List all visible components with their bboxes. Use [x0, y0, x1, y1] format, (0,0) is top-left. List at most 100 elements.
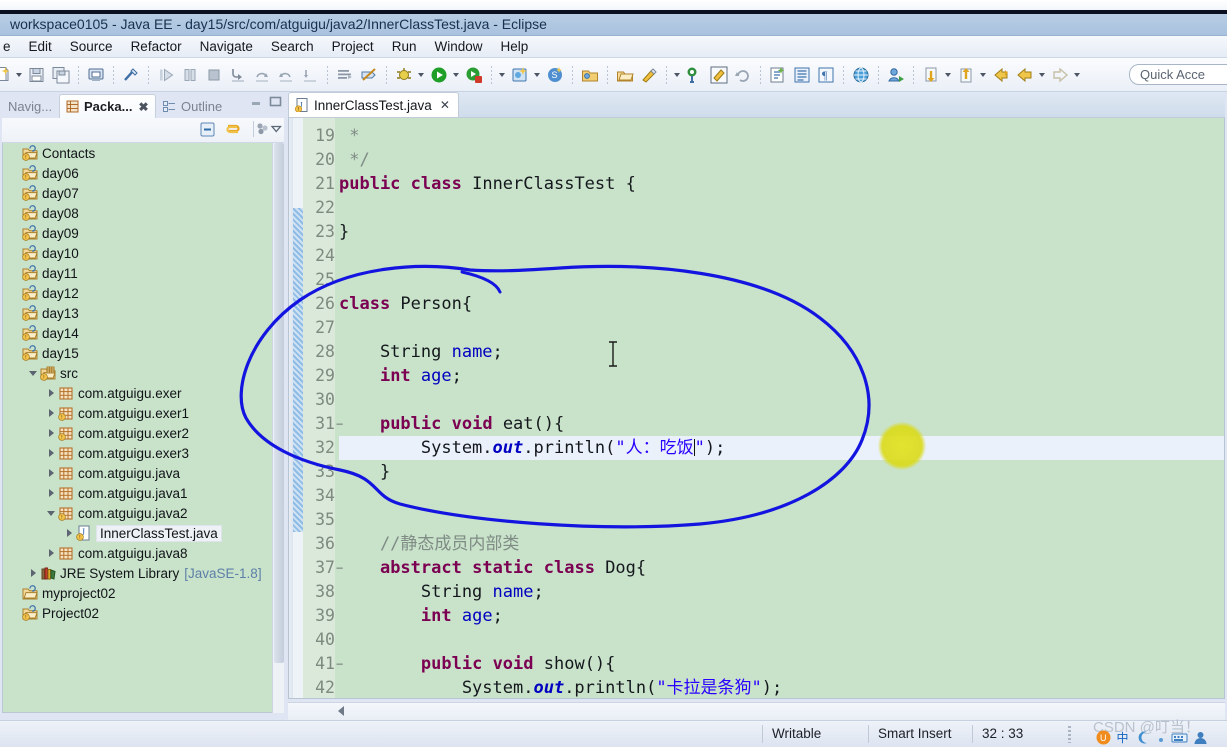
- forward-dropdown-caret-icon[interactable]: [1037, 64, 1046, 86]
- run-icon[interactable]: [428, 62, 450, 88]
- code-line[interactable]: }: [339, 460, 390, 484]
- step-into-icon[interactable]: [227, 62, 249, 88]
- terminate-icon[interactable]: [203, 62, 225, 88]
- tree-item-com-atguigu-exer[interactable]: com.atguigu.exer: [3, 383, 283, 403]
- tree-item-com-atguigu-java8[interactable]: com.atguigu.java8: [3, 543, 283, 563]
- run-external-tools-icon[interactable]: [463, 62, 485, 88]
- tree-item-com-atguigu-exer1[interactable]: ! com.atguigu.exer1: [3, 403, 283, 423]
- collapse-arrow-icon[interactable]: [27, 370, 39, 376]
- tree-item-day09[interactable]: ! day09: [3, 223, 283, 243]
- tree-item-day07[interactable]: ! day07: [3, 183, 283, 203]
- code-line[interactable]: public void eat(){: [339, 412, 564, 436]
- tree-item-com-atguigu-exer3[interactable]: com.atguigu.exer3: [3, 443, 283, 463]
- view-menu-icon[interactable]: [255, 121, 270, 139]
- prev-dropdown-caret-icon[interactable]: [978, 64, 987, 86]
- link-with-editor-icon[interactable]: [225, 121, 242, 141]
- expand-arrow-icon[interactable]: [45, 549, 57, 557]
- tree-item-com-atguigu-java2[interactable]: ! com.atguigu.java2: [3, 503, 283, 523]
- debug-dropdown-caret-icon[interactable]: [416, 64, 425, 86]
- step-over-icon[interactable]: [251, 62, 273, 88]
- print-icon[interactable]: [85, 62, 107, 88]
- save-all-icon[interactable]: [50, 62, 72, 88]
- refresh-icon[interactable]: [732, 62, 754, 88]
- expand-arrow-icon[interactable]: [45, 469, 57, 477]
- new-dropdown-dropdown-caret-icon[interactable]: [14, 64, 23, 86]
- menu-item-navigate[interactable]: Navigate: [191, 37, 262, 56]
- show-whitespace-icon[interactable]: [791, 62, 813, 88]
- tree-item-contacts[interactable]: ! Contacts: [3, 143, 283, 163]
- minimize-icon[interactable]: [250, 95, 263, 111]
- new-project-dropdown-caret-icon[interactable]: [532, 64, 541, 86]
- tree-item-com-atguigu-java1[interactable]: com.atguigu.java1: [3, 483, 283, 503]
- expand-arrow-icon[interactable]: [45, 489, 57, 497]
- close-icon[interactable]: ✖: [138, 100, 148, 114]
- tree-item-day14[interactable]: ! day14: [3, 323, 283, 343]
- highlight-icon[interactable]: [708, 62, 730, 88]
- scroll-left-arrow-icon[interactable]: [338, 706, 344, 716]
- code-line[interactable]: System.out.println("人：吃饭");: [339, 436, 725, 460]
- forward-back-icon[interactable]: [1014, 62, 1036, 88]
- tree-item-day13[interactable]: ! day13: [3, 303, 283, 323]
- collapse-arrow-icon[interactable]: [45, 510, 57, 516]
- open-task-icon[interactable]: [614, 62, 636, 88]
- moon-icon[interactable]: [1136, 730, 1151, 747]
- search-icon[interactable]: [638, 62, 660, 88]
- save-icon[interactable]: [26, 62, 48, 88]
- expand-arrow-icon[interactable]: [45, 429, 57, 437]
- tab-navigator[interactable]: Navig...: [2, 94, 58, 118]
- user-icon[interactable]: [1193, 730, 1208, 747]
- tab-outline[interactable]: Outline: [157, 94, 228, 118]
- toggle-mark-occurrences-icon[interactable]: [120, 62, 142, 88]
- forward-dropdown-caret-icon2[interactable]: [1072, 64, 1081, 86]
- menu-item-search[interactable]: Search: [262, 37, 323, 56]
- expand-arrow-icon[interactable]: [45, 389, 57, 397]
- menu-item-project[interactable]: Project: [323, 37, 383, 56]
- tree-item-myproject02[interactable]: myproject02: [3, 583, 283, 603]
- next-edit-icon[interactable]: [920, 62, 942, 88]
- tree-item-day11[interactable]: ! day11: [3, 263, 283, 283]
- code-line[interactable]: String name;: [339, 580, 544, 604]
- back-icon[interactable]: [990, 62, 1012, 88]
- new-package-icon[interactable]: S: [544, 62, 566, 88]
- tree-item-day10[interactable]: ! day10: [3, 243, 283, 263]
- menu-item-source[interactable]: Source: [61, 37, 122, 56]
- tree-item-src[interactable]: ! src: [3, 363, 283, 383]
- view-chevron-down-icon[interactable]: [269, 121, 284, 139]
- dot-icon[interactable]: [1156, 730, 1166, 747]
- new-wizard-icon[interactable]: [0, 62, 13, 88]
- editor-horizontal-scrollbar[interactable]: [288, 702, 1225, 720]
- open-web-browser-icon[interactable]: [850, 62, 872, 88]
- external-dropdown-caret-icon[interactable]: [497, 64, 506, 86]
- package-explorer-tree[interactable]: ! Contacts! day06! day07! day08! day09! day10!…: [2, 143, 284, 713]
- code-text[interactable]: 19 * 20 */21 public class InnerClassTest {…: [289, 118, 1224, 698]
- code-line[interactable]: int age;: [339, 604, 503, 628]
- new-class-icon[interactable]: [767, 62, 789, 88]
- maximize-icon[interactable]: [269, 95, 282, 111]
- menu-item-refactor[interactable]: Refactor: [122, 37, 191, 56]
- close-icon[interactable]: ✕: [440, 98, 450, 112]
- tree-item-innerclasstest-java[interactable]: J! InnerClassTest.java: [3, 523, 283, 543]
- menu-item-help[interactable]: Help: [491, 37, 537, 56]
- editor-body[interactable]: 19 * 20 */21 public class InnerClassTest {…: [288, 117, 1225, 699]
- tree-item-com-atguigu-exer2[interactable]: ! com.atguigu.exer2: [3, 423, 283, 443]
- code-line[interactable]: int age;: [339, 364, 462, 388]
- menu-item-e[interactable]: e: [0, 37, 20, 56]
- collapse-all-icon[interactable]: [199, 121, 216, 141]
- paragraph-icon[interactable]: ¶: [815, 62, 837, 88]
- tree-item-day12[interactable]: ! day12: [3, 283, 283, 303]
- resume-icon[interactable]: [155, 62, 177, 88]
- code-line[interactable]: class Person{: [339, 292, 472, 316]
- debug-icon[interactable]: [393, 62, 415, 88]
- expand-arrow-icon[interactable]: [27, 569, 39, 577]
- new-java-project-icon[interactable]: [509, 62, 531, 88]
- code-line[interactable]: System.out.println("卡拉是条狗");: [339, 676, 782, 698]
- tab-innerclasstest-java[interactable]: J ! InnerClassTest.java ✕: [288, 92, 459, 117]
- skip-breakpoints-icon[interactable]: [358, 62, 380, 88]
- tree-item-day06[interactable]: ! day06: [3, 163, 283, 183]
- prev-edit-icon[interactable]: [955, 62, 977, 88]
- code-line[interactable]: *: [339, 124, 359, 148]
- sogou-u-icon[interactable]: U: [1096, 730, 1111, 747]
- expand-arrow-icon[interactable]: [45, 409, 57, 417]
- tree-item-day15[interactable]: ! day15: [3, 343, 283, 363]
- menu-item-run[interactable]: Run: [383, 37, 426, 56]
